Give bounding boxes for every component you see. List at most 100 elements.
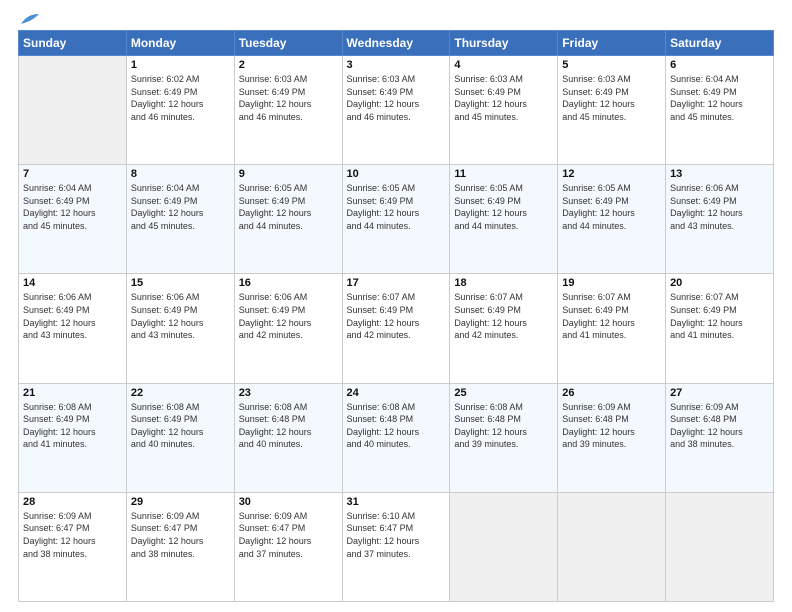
col-header-friday: Friday <box>558 31 666 56</box>
day-number: 25 <box>454 387 553 399</box>
day-info: Sunrise: 6:08 AM Sunset: 6:49 PM Dayligh… <box>23 401 122 451</box>
header <box>18 18 774 22</box>
day-cell-28: 28 Sunrise: 6:09 AM Sunset: 6:47 PM Dayli… <box>19 492 127 601</box>
day-cell-18: 18 Sunrise: 6:07 AM Sunset: 6:49 PM Dayli… <box>450 274 558 383</box>
day-info: Sunrise: 6:09 AM Sunset: 6:48 PM Dayligh… <box>562 401 661 451</box>
logo-wing-icon <box>19 12 41 26</box>
day-number: 3 <box>347 59 446 71</box>
day-number: 26 <box>562 387 661 399</box>
day-number: 20 <box>670 277 769 289</box>
day-info: Sunrise: 6:07 AM Sunset: 6:49 PM Dayligh… <box>454 291 553 341</box>
day-number: 4 <box>454 59 553 71</box>
day-number: 9 <box>239 168 338 180</box>
day-cell-2: 2 Sunrise: 6:03 AM Sunset: 6:49 PM Daylig… <box>234 56 342 165</box>
day-info: Sunrise: 6:08 AM Sunset: 6:49 PM Dayligh… <box>131 401 230 451</box>
day-cell-13: 13 Sunrise: 6:06 AM Sunset: 6:49 PM Dayli… <box>666 165 774 274</box>
empty-cell <box>450 492 558 601</box>
day-number: 29 <box>131 496 230 508</box>
day-number: 23 <box>239 387 338 399</box>
day-cell-19: 19Sunrise: 6:07 AM Sunset: 6:49 PM Dayli… <box>558 274 666 383</box>
day-number: 7 <box>23 168 122 180</box>
calendar-table: SundayMondayTuesdayWednesdayThursdayFrid… <box>18 30 774 602</box>
day-info: Sunrise: 6:10 AM Sunset: 6:47 PM Dayligh… <box>347 510 446 560</box>
col-header-thursday: Thursday <box>450 31 558 56</box>
col-header-wednesday: Wednesday <box>342 31 450 56</box>
week-row-0: 1Sunrise: 6:02 AM Sunset: 6:49 PM Daylig… <box>19 56 774 165</box>
day-number: 16 <box>239 277 338 289</box>
col-header-sunday: Sunday <box>19 31 127 56</box>
day-number: 6 <box>670 59 769 71</box>
day-cell-23: 23 Sunrise: 6:08 AM Sunset: 6:48 PM Dayli… <box>234 383 342 492</box>
day-cell-16: 16 Sunrise: 6:06 AM Sunset: 6:49 PM Dayli… <box>234 274 342 383</box>
day-cell-26: 26 Sunrise: 6:09 AM Sunset: 6:48 PM Dayli… <box>558 383 666 492</box>
day-info: Sunrise: 6:04 AM Sunset: 6:49 PM Dayligh… <box>23 182 122 232</box>
day-number: 24 <box>347 387 446 399</box>
day-cell-12: 12 Sunrise: 6:05 AM Sunset: 6:49 PM Dayli… <box>558 165 666 274</box>
logo <box>18 18 41 22</box>
day-cell-9: 9 Sunrise: 6:05 AM Sunset: 6:49 PM Daylig… <box>234 165 342 274</box>
header-row: SundayMondayTuesdayWednesdayThursdayFrid… <box>19 31 774 56</box>
day-number: 11 <box>454 168 553 180</box>
day-info: Sunrise: 6:09 AM Sunset: 6:47 PM Dayligh… <box>239 510 338 560</box>
day-cell-20: 20Sunrise: 6:07 AM Sunset: 6:49 PM Dayli… <box>666 274 774 383</box>
week-row-2: 14 Sunrise: 6:06 AM Sunset: 6:49 PM Dayli… <box>19 274 774 383</box>
day-info: Sunrise: 6:05 AM Sunset: 6:49 PM Dayligh… <box>562 182 661 232</box>
day-info: Sunrise: 6:05 AM Sunset: 6:49 PM Dayligh… <box>347 182 446 232</box>
day-cell-1: 1Sunrise: 6:02 AM Sunset: 6:49 PM Daylig… <box>126 56 234 165</box>
week-row-3: 21 Sunrise: 6:08 AM Sunset: 6:49 PM Dayli… <box>19 383 774 492</box>
day-info: Sunrise: 6:06 AM Sunset: 6:49 PM Dayligh… <box>239 291 338 341</box>
day-cell-6: 6 Sunrise: 6:04 AM Sunset: 6:49 PM Daylig… <box>666 56 774 165</box>
empty-cell <box>666 492 774 601</box>
day-info: Sunrise: 6:03 AM Sunset: 6:49 PM Dayligh… <box>239 73 338 123</box>
day-info: Sunrise: 6:03 AM Sunset: 6:49 PM Dayligh… <box>454 73 553 123</box>
day-number: 21 <box>23 387 122 399</box>
day-number: 15 <box>131 277 230 289</box>
col-header-tuesday: Tuesday <box>234 31 342 56</box>
day-info: Sunrise: 6:04 AM Sunset: 6:49 PM Dayligh… <box>670 73 769 123</box>
day-info: Sunrise: 6:03 AM Sunset: 6:49 PM Dayligh… <box>562 73 661 123</box>
day-cell-29: 29 Sunrise: 6:09 AM Sunset: 6:47 PM Dayli… <box>126 492 234 601</box>
day-cell-7: 7 Sunrise: 6:04 AM Sunset: 6:49 PM Daylig… <box>19 165 127 274</box>
day-info: Sunrise: 6:09 AM Sunset: 6:47 PM Dayligh… <box>131 510 230 560</box>
week-row-4: 28 Sunrise: 6:09 AM Sunset: 6:47 PM Dayli… <box>19 492 774 601</box>
day-info: Sunrise: 6:08 AM Sunset: 6:48 PM Dayligh… <box>239 401 338 451</box>
day-cell-4: 4 Sunrise: 6:03 AM Sunset: 6:49 PM Daylig… <box>450 56 558 165</box>
day-info: Sunrise: 6:08 AM Sunset: 6:48 PM Dayligh… <box>347 401 446 451</box>
day-info: Sunrise: 6:06 AM Sunset: 6:49 PM Dayligh… <box>23 291 122 341</box>
day-cell-21: 21 Sunrise: 6:08 AM Sunset: 6:49 PM Dayli… <box>19 383 127 492</box>
day-number: 14 <box>23 277 122 289</box>
day-number: 5 <box>562 59 661 71</box>
day-cell-15: 15 Sunrise: 6:06 AM Sunset: 6:49 PM Dayli… <box>126 274 234 383</box>
day-number: 17 <box>347 277 446 289</box>
day-info: Sunrise: 6:02 AM Sunset: 6:49 PM Dayligh… <box>131 73 230 123</box>
day-number: 31 <box>347 496 446 508</box>
day-info: Sunrise: 6:05 AM Sunset: 6:49 PM Dayligh… <box>239 182 338 232</box>
day-cell-11: 11Sunrise: 6:05 AM Sunset: 6:49 PM Dayli… <box>450 165 558 274</box>
day-number: 22 <box>131 387 230 399</box>
day-cell-3: 3 Sunrise: 6:03 AM Sunset: 6:49 PM Daylig… <box>342 56 450 165</box>
day-info: Sunrise: 6:09 AM Sunset: 6:47 PM Dayligh… <box>23 510 122 560</box>
col-header-saturday: Saturday <box>666 31 774 56</box>
day-cell-24: 24 Sunrise: 6:08 AM Sunset: 6:48 PM Dayli… <box>342 383 450 492</box>
day-number: 27 <box>670 387 769 399</box>
day-info: Sunrise: 6:06 AM Sunset: 6:49 PM Dayligh… <box>131 291 230 341</box>
week-row-1: 7 Sunrise: 6:04 AM Sunset: 6:49 PM Daylig… <box>19 165 774 274</box>
day-number: 12 <box>562 168 661 180</box>
day-info: Sunrise: 6:04 AM Sunset: 6:49 PM Dayligh… <box>131 182 230 232</box>
col-header-monday: Monday <box>126 31 234 56</box>
day-number: 8 <box>131 168 230 180</box>
empty-cell <box>558 492 666 601</box>
day-info: Sunrise: 6:03 AM Sunset: 6:49 PM Dayligh… <box>347 73 446 123</box>
day-number: 10 <box>347 168 446 180</box>
day-info: Sunrise: 6:06 AM Sunset: 6:49 PM Dayligh… <box>670 182 769 232</box>
day-number: 13 <box>670 168 769 180</box>
day-number: 28 <box>23 496 122 508</box>
day-cell-27: 27Sunrise: 6:09 AM Sunset: 6:48 PM Dayli… <box>666 383 774 492</box>
day-cell-22: 22 Sunrise: 6:08 AM Sunset: 6:49 PM Dayli… <box>126 383 234 492</box>
day-cell-14: 14 Sunrise: 6:06 AM Sunset: 6:49 PM Dayli… <box>19 274 127 383</box>
day-number: 18 <box>454 277 553 289</box>
day-cell-17: 17Sunrise: 6:07 AM Sunset: 6:49 PM Dayli… <box>342 274 450 383</box>
day-number: 2 <box>239 59 338 71</box>
day-info: Sunrise: 6:08 AM Sunset: 6:48 PM Dayligh… <box>454 401 553 451</box>
day-cell-25: 25 Sunrise: 6:08 AM Sunset: 6:48 PM Dayli… <box>450 383 558 492</box>
